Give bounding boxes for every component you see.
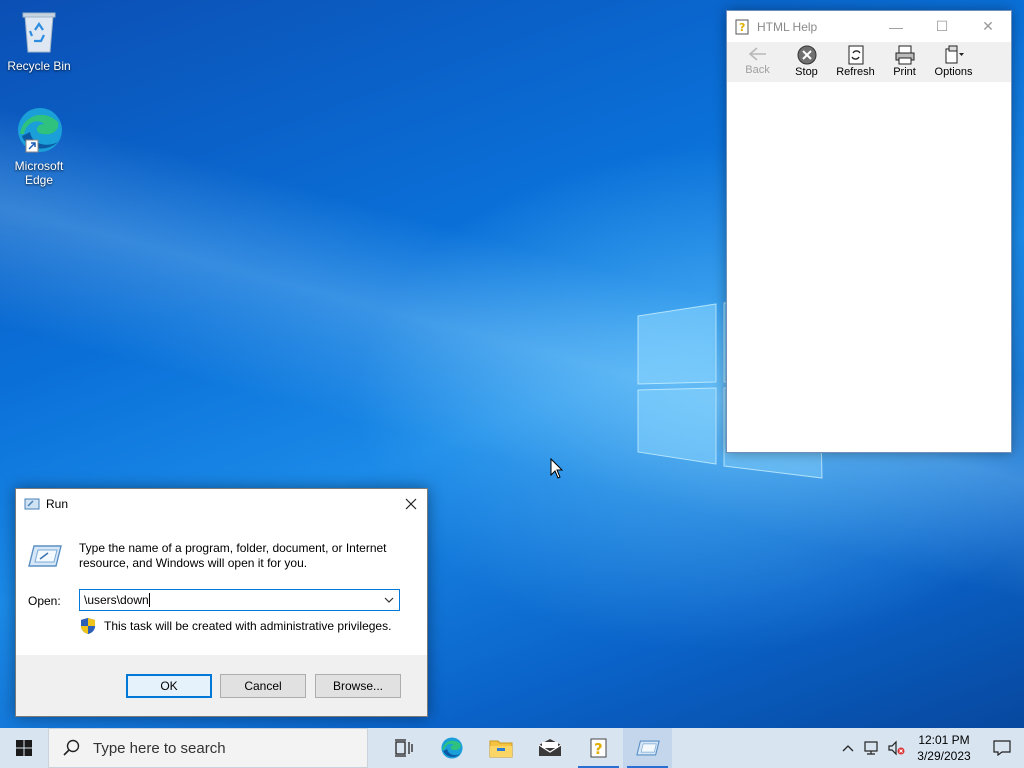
search-icon (63, 739, 80, 756)
svg-text:?: ? (739, 21, 745, 34)
run-titlebar[interactable]: Run (16, 489, 427, 519)
minimize-button[interactable]: — (873, 11, 919, 42)
svg-text:?: ? (594, 740, 603, 758)
back-arrow-icon (748, 47, 766, 61)
taskbar-mail[interactable] (525, 728, 574, 768)
network-tray-button[interactable] (860, 728, 884, 768)
run-dialog-body: Type the name of a program, folder, docu… (16, 519, 427, 655)
mail-icon (538, 739, 561, 756)
close-icon: ✕ (982, 18, 994, 34)
clock-date: 3/29/2023 (917, 749, 971, 763)
close-button[interactable]: ✕ (965, 11, 1011, 42)
html-help-icon: ? (735, 19, 749, 34)
open-label: Open: (28, 594, 61, 608)
clock-time: 12:01 PM (918, 733, 970, 747)
text-caret (148, 593, 150, 608)
html-help-toolbar: Back Stop Refresh Print Options (727, 42, 1011, 82)
taskbar-search-box[interactable]: Type here to search (48, 728, 368, 768)
network-icon (864, 741, 878, 755)
html-help-content-pane[interactable] (727, 82, 1011, 452)
volume-muted-icon (888, 740, 905, 756)
start-button[interactable] (0, 728, 48, 768)
refresh-button[interactable]: Refresh (831, 42, 880, 82)
close-icon (405, 498, 417, 510)
taskbar-edge[interactable] (427, 728, 476, 768)
cancel-button[interactable]: Cancel (220, 674, 306, 698)
volume-tray-button[interactable] (884, 728, 908, 768)
taskbar-task-view[interactable] (378, 728, 427, 768)
dialog-title: Run (46, 497, 69, 511)
back-button[interactable]: Back (733, 42, 782, 82)
system-tray: 12:01 PM 3/29/2023 (836, 728, 1024, 768)
run-dialog-footer: OK Cancel Browse... (16, 655, 427, 716)
taskbar-clock[interactable]: 12:01 PM 3/29/2023 (908, 732, 980, 764)
uac-shield-icon (81, 618, 95, 634)
taskbar-file-explorer[interactable] (476, 728, 525, 768)
maximize-button[interactable]: ☐ (919, 11, 965, 42)
desktop-icon-label: Microsoft Edge (14, 159, 64, 187)
printer-icon (895, 45, 914, 65)
edge-icon (18, 108, 62, 153)
task-view-icon (394, 739, 413, 757)
browse-button[interactable]: Browse... (315, 674, 401, 698)
chevron-up-icon (842, 745, 854, 752)
notification-center-button[interactable] (980, 728, 1024, 768)
run-dialog[interactable]: Run Type the name of a program, folder, … (15, 488, 428, 717)
notification-icon (993, 740, 1011, 756)
print-button[interactable]: Print (880, 42, 929, 82)
recycle-bin-icon (22, 12, 56, 53)
admin-notice: This task will be created with administr… (80, 617, 391, 635)
stop-icon (797, 45, 816, 65)
refresh-icon (848, 45, 863, 65)
minimize-icon: — (889, 18, 903, 35)
run-description: Type the name of a program, folder, docu… (79, 541, 387, 570)
html-help-window[interactable]: ? HTML Help — ☐ ✕ Back Stop Refresh Prin… (726, 10, 1012, 453)
html-help-icon: ? (590, 738, 606, 758)
html-help-titlebar[interactable]: ? HTML Help — ☐ ✕ (727, 11, 1011, 42)
run-program-icon (28, 545, 62, 567)
open-input[interactable]: \users\down (84, 593, 379, 608)
edge-icon (440, 737, 463, 759)
taskbar: Type here to search ? 12:01 PM 3/29/2023 (0, 728, 1024, 768)
show-hidden-icons-button[interactable] (836, 728, 860, 768)
file-explorer-icon (489, 740, 512, 758)
options-button[interactable]: Options (929, 42, 978, 82)
mouse-cursor-icon (550, 458, 564, 479)
chevron-down-icon (384, 597, 394, 603)
options-icon (945, 45, 964, 64)
search-placeholder: Type here to search (93, 739, 226, 757)
desktop-icon-microsoft-edge[interactable]: Microsoft Edge (3, 104, 75, 187)
dropdown-button[interactable] (379, 590, 399, 610)
run-icon (635, 740, 660, 756)
close-button[interactable] (395, 489, 427, 519)
taskbar-html-help[interactable]: ? (574, 728, 623, 768)
windows-start-icon (16, 740, 32, 756)
stop-button[interactable]: Stop (782, 42, 831, 82)
desktop-icon-recycle-bin[interactable]: Recycle Bin (3, 8, 75, 73)
taskbar-run[interactable] (623, 728, 672, 768)
window-title: HTML Help (757, 19, 818, 34)
open-combobox[interactable]: \users\down (79, 589, 400, 611)
desktop-icon-label: Recycle Bin (7, 59, 71, 73)
run-icon (24, 498, 40, 510)
ok-button[interactable]: OK (126, 674, 212, 698)
maximize-icon: ☐ (935, 18, 949, 34)
